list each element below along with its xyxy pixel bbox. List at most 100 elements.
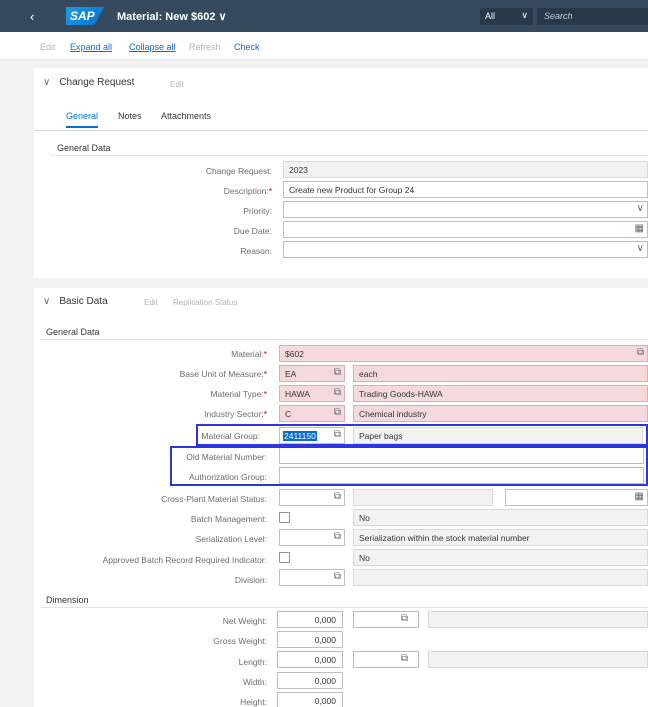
batch-management-checkbox[interactable]: [279, 512, 290, 523]
chevron-down-icon: ∨: [43, 77, 51, 88]
tab-general[interactable]: General: [66, 111, 99, 128]
approved-batch-checkbox[interactable]: [279, 552, 290, 563]
label-text: Material Type:: [210, 389, 264, 399]
change-request-field: 2023: [283, 161, 648, 178]
chevron-down-icon: ∨: [636, 203, 644, 214]
general-data-title: General Data: [57, 143, 111, 153]
length-label: Length:: [238, 657, 267, 667]
chevron-down-icon: ∨: [636, 243, 644, 254]
value-help-icon[interactable]: ⧉: [334, 387, 341, 398]
net-weight-unit-description: [428, 611, 648, 628]
industry-sector-description: Chemical industry: [353, 405, 648, 422]
chevron-down-icon: ∨: [43, 296, 51, 307]
shell-bar: ‹ SAP Material: New $602 ∨ All ∨ Search: [0, 0, 648, 32]
base-uom-field[interactable]: EA ⧉: [279, 365, 345, 382]
field-value: HAWA: [285, 389, 310, 399]
length-unit-field[interactable]: ⧉: [353, 651, 419, 668]
width-label: Width:: [242, 677, 267, 687]
toolbar: Edit Expand all Collapse all Refresh Che…: [0, 32, 648, 60]
serialization-level-field[interactable]: ⧉: [279, 529, 345, 546]
value-help-icon[interactable]: ⧉: [334, 407, 341, 418]
refresh-button[interactable]: Refresh: [189, 42, 221, 52]
basic-data-edit-button[interactable]: Edit: [144, 298, 158, 307]
value-help-icon[interactable]: ⧉: [334, 491, 341, 502]
net-weight-field[interactable]: 0,000: [277, 611, 343, 628]
annotation-box: [196, 424, 648, 446]
length-field[interactable]: 0,000: [277, 651, 343, 668]
change-request-label: Change Request:: [205, 166, 272, 176]
reason-select[interactable]: ∨: [283, 241, 648, 258]
search-scope-value: All: [485, 11, 496, 21]
industry-sector-field[interactable]: C ⧉: [279, 405, 345, 422]
industry-sector-label: Industry Sector:*: [204, 409, 267, 419]
priority-label: Priority:: [243, 206, 272, 216]
annotation-box: [170, 446, 648, 486]
label-text: Base Unit of Measure:: [179, 369, 264, 379]
label-text: Industry Sector:: [204, 409, 264, 419]
sap-logo: SAP: [66, 7, 104, 25]
cross-plant-status-description: [353, 489, 493, 506]
value-help-icon[interactable]: ⧉: [401, 653, 408, 664]
value-help-icon[interactable]: ⧉: [637, 347, 644, 358]
value-help-icon[interactable]: ⧉: [401, 613, 408, 624]
description-field[interactable]: Create new Product for Group 24: [283, 181, 648, 198]
replication-status-button[interactable]: Replication Status: [173, 298, 237, 307]
value-help-icon[interactable]: ⧉: [334, 531, 341, 542]
calendar-icon[interactable]: ▦: [635, 223, 644, 234]
serialization-level-description: Serialization within the stock material …: [353, 529, 648, 546]
cross-plant-valid-from-field[interactable]: ▦: [505, 489, 648, 506]
material-label: Material:*: [231, 349, 267, 359]
field-value: $602: [285, 349, 304, 359]
search-scope-select[interactable]: All ∨: [480, 8, 533, 25]
description-label: Description:*: [223, 186, 272, 196]
division-field[interactable]: ⧉: [279, 569, 345, 586]
height-field[interactable]: 0,000: [277, 692, 343, 707]
calendar-icon[interactable]: ▦: [635, 491, 644, 502]
due-date-label: Due Date:: [233, 226, 272, 236]
search-input[interactable]: Search: [537, 8, 648, 25]
divider: [40, 339, 648, 340]
edit-button[interactable]: Edit: [40, 42, 56, 52]
material-type-description: Trading Goods-HAWA: [353, 385, 648, 402]
due-date-field[interactable]: ▦: [283, 221, 648, 238]
dimension-title: Dimension: [46, 595, 89, 605]
label-text: Material:: [231, 349, 264, 359]
collapse-all-button[interactable]: Collapse all: [129, 42, 176, 52]
value-help-icon[interactable]: ⧉: [334, 571, 341, 582]
priority-select[interactable]: ∨: [283, 201, 648, 218]
material-field[interactable]: $602 ⧉: [279, 345, 648, 362]
gross-weight-field[interactable]: 0,000: [277, 631, 343, 648]
general-data-title: General Data: [46, 327, 100, 337]
cross-plant-status-label: Cross-Plant Material Status:: [161, 494, 267, 504]
label-text: Description:: [223, 186, 269, 196]
division-label: Division:: [234, 575, 267, 585]
change-request-edit-button[interactable]: Edit: [170, 80, 184, 89]
chevron-down-icon: ∨: [521, 10, 528, 20]
tab-bar: General Notes Attachments: [34, 103, 648, 131]
expand-all-button[interactable]: Expand all: [70, 42, 112, 52]
batch-management-value: No: [353, 509, 648, 526]
check-button[interactable]: Check: [234, 42, 260, 52]
divider: [50, 155, 648, 156]
material-type-field[interactable]: HAWA ⧉: [279, 385, 345, 402]
cross-plant-status-field[interactable]: ⧉: [279, 489, 345, 506]
section-title: Change Request: [59, 77, 135, 88]
net-weight-unit-field[interactable]: ⧉: [353, 611, 419, 628]
approved-batch-label: Approved Batch Record Required Indicator…: [102, 555, 267, 565]
field-value: EA: [285, 369, 297, 379]
back-button[interactable]: ‹: [30, 9, 34, 24]
value-help-icon[interactable]: ⧉: [334, 367, 341, 378]
change-request-header[interactable]: ∨ Change Request: [43, 77, 134, 88]
tab-notes[interactable]: Notes: [118, 111, 142, 121]
field-value: C: [285, 409, 292, 419]
app-title[interactable]: Material: New $602 ∨: [117, 10, 227, 23]
width-field[interactable]: 0,000: [277, 672, 343, 689]
gross-weight-label: Gross Weight:: [213, 636, 267, 646]
tab-attachments[interactable]: Attachments: [161, 111, 211, 121]
approved-batch-value: No: [353, 549, 648, 566]
base-uom-label: Base Unit of Measure:*: [179, 369, 267, 379]
net-weight-label: Net Weight:: [222, 616, 267, 626]
batch-management-label: Batch Management:: [190, 514, 267, 524]
base-uom-description: each: [353, 365, 648, 382]
basic-data-header[interactable]: ∨ Basic Data: [43, 296, 108, 307]
